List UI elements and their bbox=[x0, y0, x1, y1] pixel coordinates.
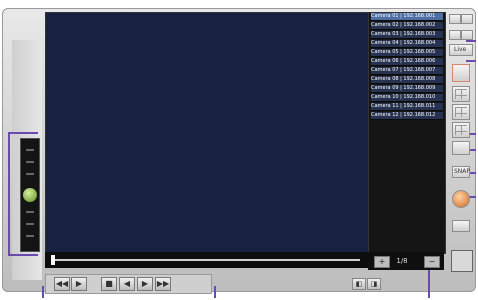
grid-pattern bbox=[455, 107, 467, 117]
camera-list-item[interactable]: Camera 11 | 192.168.011 bbox=[371, 103, 443, 111]
step-back-button[interactable]: ◀ bbox=[119, 277, 135, 291]
camera-list-item[interactable]: Camera 08 | 192.168.008 bbox=[371, 76, 443, 84]
grid-pattern bbox=[455, 125, 467, 135]
grid-pattern bbox=[455, 89, 467, 99]
camera-list-item[interactable]: Camera 12 | 192.168.012 bbox=[371, 112, 443, 120]
camera-list-item[interactable]: Camera 03 | 192.168.003 bbox=[371, 31, 443, 39]
minimize-button[interactable] bbox=[449, 14, 461, 24]
camera-list-item[interactable]: Camera 07 | 192.168.007 bbox=[371, 67, 443, 75]
snapshot-button[interactable]: SNAP bbox=[452, 166, 470, 178]
misc-button-2[interactable]: ◨ bbox=[367, 278, 381, 290]
annotation-marker bbox=[214, 286, 216, 298]
play-button[interactable]: ▶ bbox=[71, 277, 87, 291]
annotation-marker bbox=[428, 270, 430, 298]
playback-timeline[interactable] bbox=[45, 252, 368, 268]
split-view-icon[interactable] bbox=[449, 30, 461, 40]
snapshot-label: SNAP bbox=[454, 168, 471, 175]
video-viewport[interactable] bbox=[45, 12, 370, 254]
add-button[interactable]: + bbox=[374, 256, 390, 268]
layout-3x3-icon[interactable] bbox=[452, 104, 470, 120]
annotation-bracket-left bbox=[8, 132, 38, 256]
camera-list-item[interactable]: Camera 01 | 192.168.001 bbox=[371, 13, 443, 21]
camera-list-item[interactable]: Camera 05 | 192.168.005 bbox=[371, 49, 443, 57]
timeline-track bbox=[53, 259, 360, 261]
misc-button-1[interactable]: ◧ bbox=[352, 278, 366, 290]
camera-list-item[interactable]: Camera 02 | 192.168.002 bbox=[371, 22, 443, 30]
camera-list-item[interactable]: Camera 06 | 192.168.006 bbox=[371, 58, 443, 66]
mode-button[interactable]: Live bbox=[449, 44, 473, 56]
close-button[interactable] bbox=[461, 14, 473, 24]
annotation-marker bbox=[466, 40, 476, 42]
playback-controls: ◀◀ ▶ ■ ◀ ▶ ▶▶ bbox=[45, 274, 212, 294]
settings-button[interactable] bbox=[452, 220, 470, 232]
monitor-icon[interactable] bbox=[452, 141, 470, 155]
rewind-button[interactable]: ◀◀ bbox=[54, 277, 70, 291]
remove-button[interactable]: − bbox=[424, 256, 440, 268]
annotation-marker bbox=[466, 60, 476, 62]
layout-4x4-icon[interactable] bbox=[452, 122, 470, 138]
camera-list-item[interactable]: Camera 04 | 192.168.004 bbox=[371, 40, 443, 48]
annotation-marker bbox=[42, 286, 44, 298]
camera-list[interactable]: Camera 01 | 192.168.001 Camera 02 | 192.… bbox=[368, 12, 446, 254]
fullscreen-icon[interactable] bbox=[461, 30, 473, 40]
camera-list-item[interactable]: Camera 10 | 192.168.010 bbox=[371, 94, 443, 102]
export-icon[interactable] bbox=[451, 250, 473, 272]
record-button[interactable] bbox=[452, 190, 470, 208]
layout-1x1-icon[interactable] bbox=[452, 64, 470, 82]
mode-button-label: Live bbox=[454, 46, 467, 53]
layout-2x2-icon[interactable] bbox=[452, 86, 470, 102]
camera-list-item[interactable]: Camera 09 | 192.168.009 bbox=[371, 85, 443, 93]
step-forward-button[interactable]: ▶ bbox=[137, 277, 153, 291]
timeline-thumb[interactable] bbox=[51, 255, 55, 265]
fast-forward-button[interactable]: ▶▶ bbox=[155, 277, 171, 291]
stop-button[interactable]: ■ bbox=[101, 277, 117, 291]
playback-readout: 1/8 bbox=[396, 257, 408, 265]
